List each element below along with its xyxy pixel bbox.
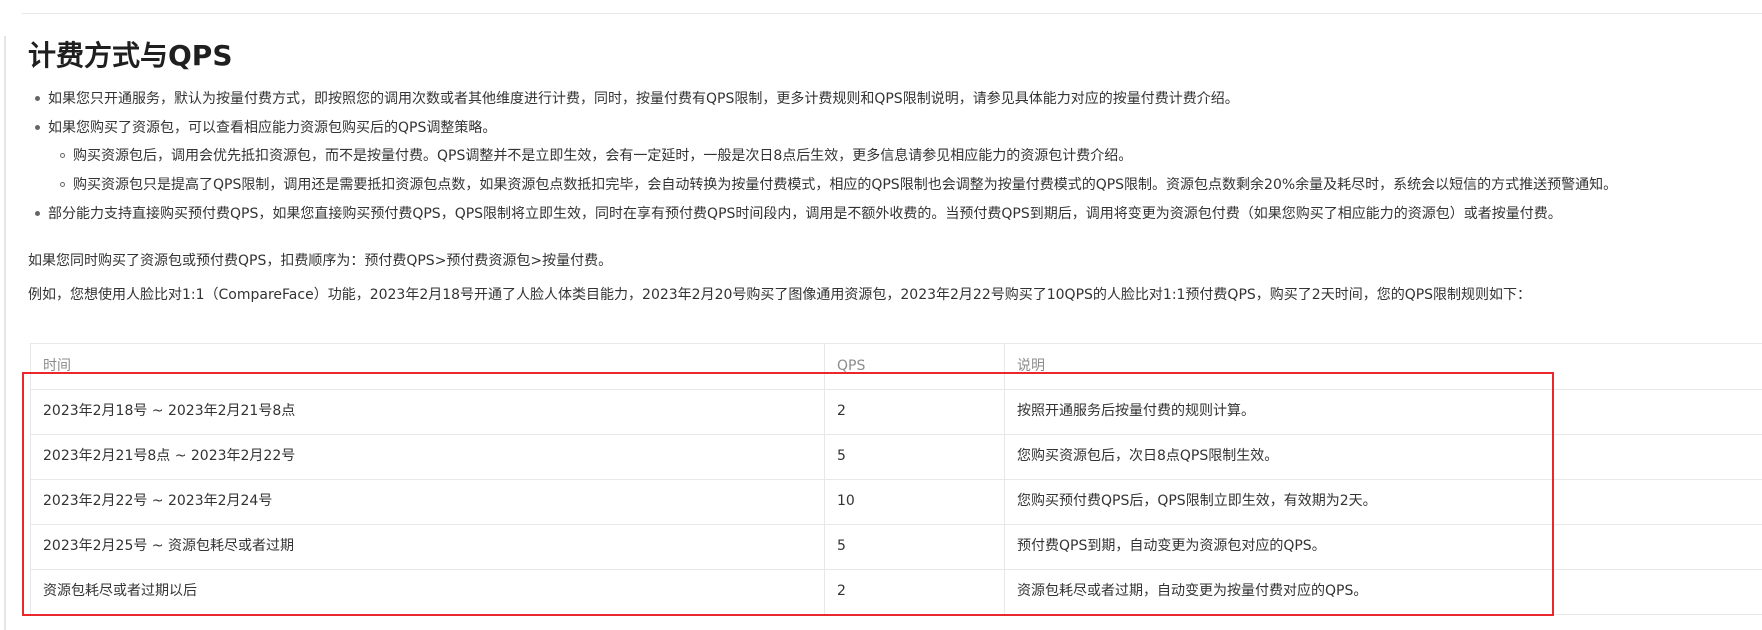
cell-time: 2023年2月18号 ~ 2023年2月21号8点 <box>31 389 825 434</box>
bullet-dot-icon <box>35 125 40 130</box>
cell-qps: 2 <box>825 389 1005 434</box>
qps-rules-table: 时间 QPS 说明 2023年2月18号 ~ 2023年2月21号8点 2 按照… <box>30 343 1762 616</box>
header-qps: QPS <box>825 344 1005 389</box>
cell-qps: 2 <box>825 569 1005 614</box>
page-title: 计费方式与QPS <box>28 39 233 72</box>
cell-qps: 10 <box>825 479 1005 524</box>
bullet-item: 如果您只开通服务，默认为按量付费方式，即按照您的调用次数或者其他维度进行计费，同… <box>48 91 1239 107</box>
example-text: 例如，您想使用人脸比对1:1（CompareFace）功能，2023年2月18号… <box>28 287 1532 303</box>
bullet-item: 如果您购买了资源包，可以查看相应能力资源包购买后的QPS调整策略。 <box>48 120 497 136</box>
bullet-dot-icon <box>35 211 40 216</box>
cell-description: 您购买资源包后，次日8点QPS限制生效。 <box>1017 448 1279 464</box>
cell-description: 预付费QPS到期，自动变更为资源包对应的QPS。 <box>1017 538 1326 554</box>
bullet-dot-icon <box>35 96 40 101</box>
header-description: 说明 <box>1017 358 1045 374</box>
cell-time: 2023年2月21号8点 ~ 2023年2月22号 <box>31 434 825 479</box>
cell-time: 2023年2月22号 ~ 2023年2月24号 <box>31 479 825 524</box>
table-row: 2023年2月22号 ~ 2023年2月24号 10 您购买预付费QPS后，QP… <box>31 479 1762 525</box>
cell-qps: 5 <box>825 434 1005 479</box>
sub-bullet-item: 购买资源包只是提高了QPS限制，调用还是需要抵扣资源包点数，如果资源包点数抵扣完… <box>73 177 1618 193</box>
header-time: 时间 <box>31 344 825 389</box>
cell-description: 您购买预付费QPS后，QPS限制立即生效，有效期为2天。 <box>1017 493 1377 509</box>
table-row: 2023年2月25号 ~ 资源包耗尽或者过期 5 预付费QPS到期，自动变更为资… <box>31 524 1762 570</box>
cell-description: 资源包耗尽或者过期，自动变更为按量付费对应的QPS。 <box>1017 583 1368 599</box>
cell-time: 2023年2月25号 ~ 资源包耗尽或者过期 <box>31 524 825 569</box>
left-divider <box>4 36 6 630</box>
top-divider <box>22 13 1762 14</box>
sub-bullet-item: 购买资源包后，调用会优先抵扣资源包，而不是按量付费。QPS调整并不是立即生效，会… <box>73 148 1133 164</box>
table-row: 资源包耗尽或者过期以后 2 资源包耗尽或者过期，自动变更为按量付费对应的QPS。 <box>31 569 1762 615</box>
sub-bullet-circle-icon <box>60 182 65 187</box>
cell-description: 按照开通服务后按量付费的规则计算。 <box>1017 403 1255 419</box>
sub-bullet-circle-icon <box>60 153 65 158</box>
cell-qps: 5 <box>825 524 1005 569</box>
bullet-item: 部分能力支持直接购买预付费QPS，如果您直接购买预付费QPS，QPS限制将立即生… <box>48 206 1562 222</box>
table-row: 2023年2月18号 ~ 2023年2月21号8点 2 按照开通服务后按量付费的… <box>31 389 1762 435</box>
table-row: 2023年2月21号8点 ~ 2023年2月22号 5 您购买资源包后，次日8点… <box>31 434 1762 480</box>
table-header-row: 时间 QPS 说明 <box>31 344 1762 390</box>
deduction-order-text: 如果您同时购买了资源包或预付费QPS，扣费顺序为：预付费QPS>预付费资源包>按… <box>28 253 613 269</box>
cell-time: 资源包耗尽或者过期以后 <box>31 569 825 614</box>
